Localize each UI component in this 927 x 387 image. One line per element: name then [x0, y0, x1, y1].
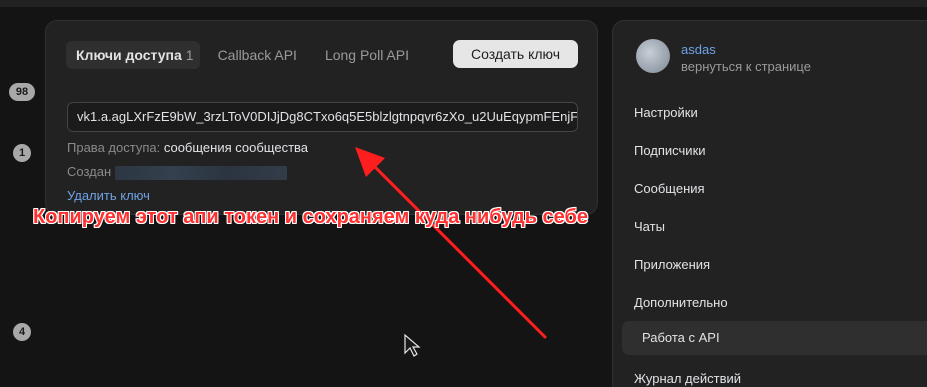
annotation-overlay [355, 147, 547, 357]
mouse-cursor-icon [404, 333, 421, 357]
red-arrow-line [366, 158, 547, 339]
annotation-caption: Копируем этот апи токен и сохраняем куда… [33, 206, 588, 228]
